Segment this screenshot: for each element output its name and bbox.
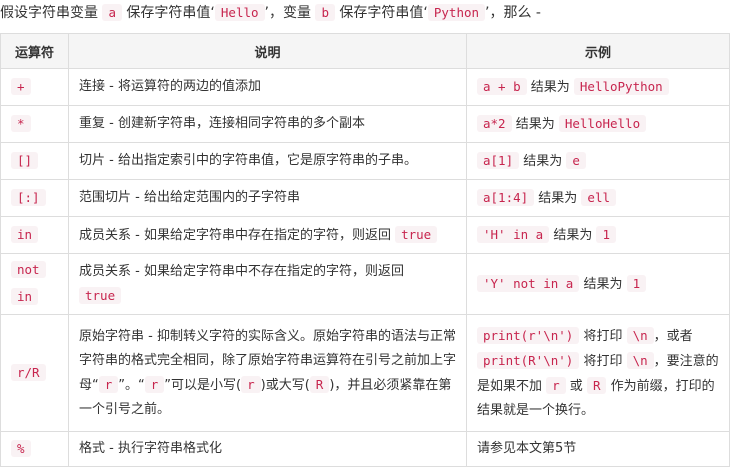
example-code: R bbox=[586, 376, 607, 394]
header-example: 示例 bbox=[466, 33, 730, 69]
operator-code: % bbox=[11, 440, 31, 457]
description-code: r bbox=[144, 375, 165, 393]
example-text: 将打印 bbox=[579, 328, 627, 344]
example-text: 结果为 bbox=[579, 276, 627, 292]
operator-cell: r/R bbox=[0, 314, 69, 432]
example-cell: 'H' in a 结果为 1 bbox=[466, 216, 730, 254]
table-row: not in 成员关系 - 如果给定字符串中不存在指定的字符，则返回 true 'Y… bbox=[0, 253, 730, 315]
operator-code: r/R bbox=[11, 364, 46, 381]
value-b-code: Python bbox=[427, 4, 486, 21]
example-code: print(R'\n') bbox=[477, 351, 580, 369]
operator-cell: [] bbox=[0, 142, 69, 180]
example-code: a[1] bbox=[477, 151, 520, 169]
table-row: + 连接 - 将运算符的两边的值添加 a + b 结果为 HelloPython bbox=[0, 68, 730, 106]
value-a-code: Hello bbox=[214, 4, 265, 21]
operator-cell: % bbox=[0, 431, 69, 467]
var-a-code: a bbox=[102, 4, 122, 21]
result-code: 1 bbox=[626, 274, 647, 292]
intro-part: 保存字符串值‘ bbox=[334, 5, 428, 21]
intro-text: 假设字符串变量 a 保存字符串值‘ Hello ’，变量 b 保存字符串值‘ Pyth… bbox=[0, 0, 730, 30]
table-row: [] 切片 - 给出指定索引中的字符串值，它是原字符串的子串。 a[1] 结果为… bbox=[0, 142, 730, 180]
example-text: 结果为 bbox=[526, 79, 574, 95]
header-operator: 运算符 bbox=[0, 33, 69, 69]
table-row: in 成员关系 - 如果给定字符串中存在指定的字符，则返回 true 'H' i… bbox=[0, 216, 730, 254]
description-text: ”可以是小写( bbox=[164, 377, 242, 393]
description-code: r bbox=[98, 375, 119, 393]
operator-code: not bbox=[11, 261, 46, 278]
description-text: ”。“ bbox=[118, 377, 145, 393]
table-row: * 重复 - 创建新字符串，连接相同字符串的多个副本 a*2 结果为 Hello… bbox=[0, 105, 730, 143]
example-code: print(r'\n') bbox=[477, 326, 580, 344]
intro-part: ’，变量 bbox=[264, 5, 316, 21]
example-code: \n bbox=[626, 326, 654, 344]
table-header-row: 运算符 说明 示例 bbox=[0, 33, 730, 69]
header-description: 说明 bbox=[68, 33, 467, 69]
description-code: r bbox=[241, 375, 261, 393]
example-cell: a + b 结果为 HelloPython bbox=[466, 68, 730, 106]
operator-code: [] bbox=[11, 152, 39, 169]
example-cell: 请参见本文第5节 bbox=[466, 431, 730, 467]
description-cell: 范围切片 - 给出给定范围内的子字符串 bbox=[68, 179, 467, 217]
operator-cell: not in bbox=[0, 253, 69, 315]
example-text: 结果为 bbox=[549, 227, 597, 243]
result-code: e bbox=[566, 151, 586, 169]
intro-part: ’，那么 - bbox=[485, 5, 541, 21]
intro-part: 假设字符串变量 bbox=[0, 5, 103, 21]
example-cell: a[1] 结果为 e bbox=[466, 142, 730, 180]
operator-code: [:] bbox=[11, 189, 46, 206]
example-code: a*2 bbox=[477, 114, 512, 132]
example-cell: print(r'\n') 将打印 \n ，或者 print(R'\n') 将打印 … bbox=[466, 314, 730, 432]
description-text: 成员关系 - 如果给定字符串中存在指定的字符，则返回 bbox=[79, 227, 396, 243]
example-cell: 'Y' not in a 结果为 1 bbox=[466, 253, 730, 315]
description-cell: 重复 - 创建新字符串，连接相同字符串的多个副本 bbox=[68, 105, 467, 143]
example-text: 或 bbox=[565, 378, 587, 394]
example-code: a[1:4] bbox=[477, 188, 535, 206]
var-b-code: b bbox=[315, 4, 335, 21]
example-cell: a*2 结果为 HelloHello bbox=[466, 105, 730, 143]
description-code: true bbox=[395, 225, 438, 243]
description-cell: 连接 - 将运算符的两边的值添加 bbox=[68, 68, 467, 106]
operator-code: + bbox=[11, 78, 31, 95]
example-cell: a[1:4] 结果为 ell bbox=[466, 179, 730, 217]
example-code: r bbox=[546, 376, 566, 394]
description-cell: 切片 - 给出指定索引中的字符串值，它是原字符串的子串。 bbox=[68, 142, 467, 180]
example-text: 结果为 bbox=[519, 153, 567, 169]
description-cell: 格式 - 执行字符串格式化 bbox=[68, 431, 467, 467]
table-row: [:] 范围切片 - 给出给定范围内的子字符串 a[1:4] 结果为 ell bbox=[0, 179, 730, 217]
operator-cell: in bbox=[0, 216, 69, 254]
example-code: 'H' in a bbox=[477, 225, 550, 243]
description-text: 成员关系 - 如果给定字符串中不存在指定的字符，则返回 bbox=[79, 263, 404, 279]
result-code: ell bbox=[581, 188, 616, 206]
operator-code: * bbox=[11, 115, 31, 132]
operator-code: in bbox=[11, 288, 39, 305]
result-code: HelloPython bbox=[573, 77, 669, 95]
operator-cell: + bbox=[0, 68, 69, 106]
example-text: 结果为 bbox=[534, 190, 582, 206]
description-cell: 成员关系 - 如果给定字符串中存在指定的字符，则返回 true bbox=[68, 216, 467, 254]
description-code: R bbox=[309, 375, 330, 393]
result-code: HelloHello bbox=[558, 114, 647, 132]
string-operators-table: 运算符 说明 示例 + 连接 - 将运算符的两边的值添加 a + b 结果为 H… bbox=[0, 33, 730, 467]
description-cell: 成员关系 - 如果给定字符串中不存在指定的字符，则返回 true bbox=[68, 253, 467, 315]
example-code: 'Y' not in a bbox=[477, 274, 580, 292]
table-row: % 格式 - 执行字符串格式化 请参见本文第5节 bbox=[0, 431, 730, 467]
result-code: 1 bbox=[596, 225, 617, 243]
example-text: 将打印 bbox=[579, 353, 627, 369]
description-text: )或大写( bbox=[260, 377, 310, 393]
operator-cell: * bbox=[0, 105, 69, 143]
example-text: 结果为 bbox=[511, 116, 559, 132]
description-cell: 原始字符串 - 抑制转义字符的实际含义。原始字符串的语法与正常字符串的格式完全相… bbox=[68, 314, 467, 432]
operator-cell: [:] bbox=[0, 179, 69, 217]
intro-part: 保存字符串值‘ bbox=[121, 5, 215, 21]
example-code: a + b bbox=[477, 77, 527, 95]
description-code: true bbox=[79, 286, 122, 304]
operator-code: in bbox=[11, 226, 39, 243]
example-text: ，或者 bbox=[653, 328, 693, 344]
table-row: r/R 原始字符串 - 抑制转义字符的实际含义。原始字符串的语法与正常字符串的格… bbox=[0, 314, 730, 432]
example-code: \n bbox=[626, 351, 654, 369]
